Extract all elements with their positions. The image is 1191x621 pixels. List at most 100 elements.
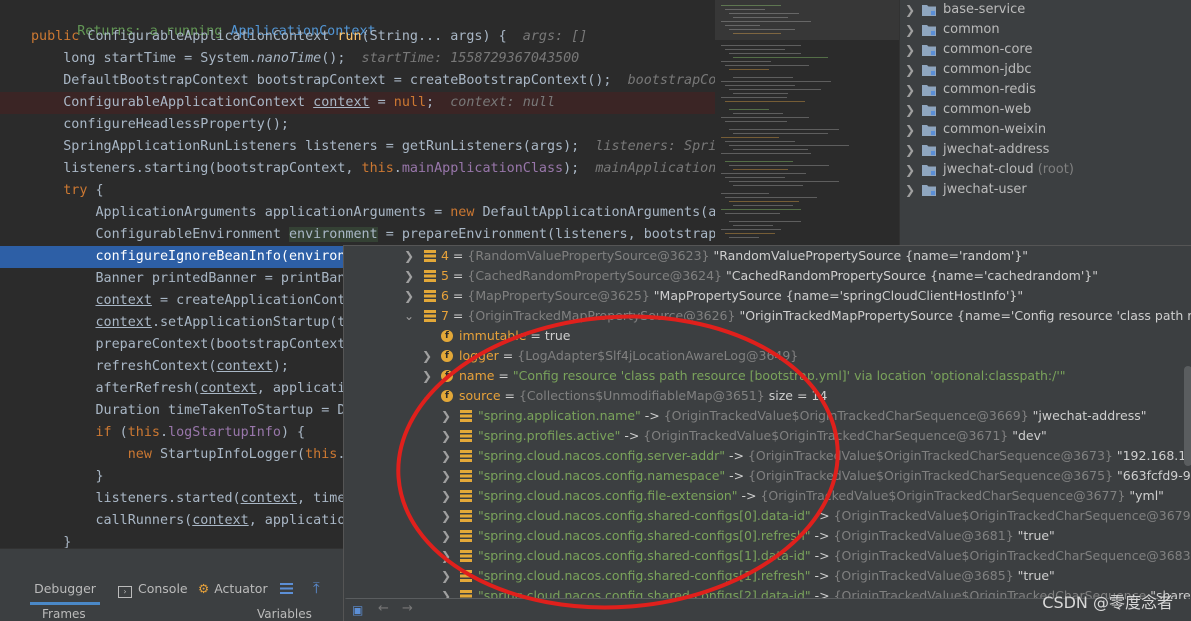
map-entry-row[interactable]: ❯ "spring.cloud.nacos.config.shared-confi… xyxy=(344,506,1191,526)
chevron-right-icon[interactable]: ❯ xyxy=(404,246,414,266)
step-out-icon[interactable]: ⤒ xyxy=(313,579,320,597)
code-minimap[interactable] xyxy=(715,0,899,245)
minimap-line xyxy=(725,197,817,198)
minimap-line xyxy=(733,57,828,58)
tree-item-common[interactable]: ❯ common xyxy=(900,20,1191,40)
tree-item-common-jdbc[interactable]: ❯ common-jdbc xyxy=(900,60,1191,80)
chevron-right-icon[interactable]: ❯ xyxy=(441,526,451,546)
tree-item-label: common-core xyxy=(943,42,1033,57)
code-line-2: long startTime = System.nanoTime(); star… xyxy=(31,51,580,66)
chevron-down-icon[interactable]: ⌄ xyxy=(404,306,414,326)
minimap-line xyxy=(721,229,781,230)
tab-debugger[interactable]: Debugger xyxy=(30,576,100,605)
chevron-right-icon[interactable]: ❯ xyxy=(905,0,915,20)
chevron-right-icon[interactable]: ❯ xyxy=(422,366,432,386)
back-arrow-icon[interactable]: ← xyxy=(378,601,389,616)
variable-row[interactable]: ❯ 6 = {MapPropertySource@3625} "MapProper… xyxy=(344,286,1191,306)
code-line-10: ConfigurableEnvironment environment = pr… xyxy=(31,227,715,242)
field-icon: f xyxy=(441,370,453,382)
minimap-line xyxy=(729,237,759,238)
chevron-right-icon[interactable]: ❯ xyxy=(905,160,915,180)
minimap-line xyxy=(721,45,801,46)
field-row-name[interactable]: ❯ f name = "Config resource 'class path re… xyxy=(344,366,1191,386)
chevron-right-icon[interactable]: ❯ xyxy=(905,40,915,60)
chevron-down-icon[interactable]: ⌄ xyxy=(422,386,432,406)
chevron-right-icon[interactable]: ❯ xyxy=(905,100,915,120)
map-entry-row[interactable]: ❯ "spring.cloud.nacos.config.file-extensi… xyxy=(344,486,1191,506)
minimap-line xyxy=(729,53,801,54)
module-folder-icon xyxy=(922,185,936,196)
chevron-right-icon[interactable]: ❯ xyxy=(441,506,451,526)
minimap-viewport[interactable] xyxy=(715,0,899,40)
minimap-line xyxy=(721,153,811,154)
vertical-scrollbar[interactable] xyxy=(1184,366,1191,466)
tree-item-jwechat-user[interactable]: ❯ jwechat-user xyxy=(900,180,1191,200)
minimap-line xyxy=(721,173,806,174)
field-icon: f xyxy=(441,390,453,402)
tree-item-jwechat-address[interactable]: ❯ jwechat-address xyxy=(900,140,1191,160)
tab-actuator[interactable]: ⚙ Actuator xyxy=(198,576,268,602)
variable-row[interactable]: ⌄ 7 = {OriginTrackedMapPropertySource@362… xyxy=(344,306,1191,326)
chevron-right-icon[interactable]: ❯ xyxy=(441,546,451,566)
minimap-line xyxy=(725,141,795,142)
minimap-line xyxy=(729,145,849,146)
map-entry-row[interactable]: ❯ "spring.application.name" -> {OriginTra… xyxy=(344,406,1191,426)
chevron-right-icon[interactable]: ❯ xyxy=(905,60,915,80)
chevron-right-icon[interactable]: ❯ xyxy=(905,140,915,160)
chevron-right-icon[interactable]: ❯ xyxy=(441,466,451,486)
inline-value-hint: listeners: Spri xyxy=(595,139,715,154)
map-entry-icon xyxy=(460,430,472,442)
inline-value-hint: startTime: 1558729367043500 xyxy=(361,51,580,66)
variables-popup[interactable]: ❯ 4 = {RandomValuePropertySource@3623} "R… xyxy=(343,245,1191,621)
chevron-right-icon[interactable]: ❯ xyxy=(441,446,451,466)
tree-item-jwechat-cloud[interactable]: ❯ jwechat-cloud (root) xyxy=(900,160,1191,180)
map-entry-row[interactable]: ❯ "spring.cloud.nacos.config.namespace" -… xyxy=(344,466,1191,486)
tree-item-common-core[interactable]: ❯ common-core xyxy=(900,40,1191,60)
array-element-icon xyxy=(424,310,436,322)
map-entry-row[interactable]: ❯ "spring.cloud.nacos.config.shared-confi… xyxy=(344,526,1191,546)
tab-console[interactable]: › Console xyxy=(118,576,188,602)
chevron-right-icon[interactable]: ❯ xyxy=(441,566,451,586)
tree-item-label: common-redis xyxy=(943,82,1037,97)
chevron-right-icon[interactable]: ❯ xyxy=(905,20,915,40)
map-entry-row[interactable]: ❯ "spring.cloud.nacos.config.shared-confi… xyxy=(344,566,1191,586)
chevron-right-icon[interactable]: ❯ xyxy=(441,426,451,446)
menu-lines-icon[interactable] xyxy=(280,583,293,594)
map-entry-icon xyxy=(460,550,472,562)
module-folder-icon xyxy=(922,125,936,136)
chevron-right-icon[interactable]: ❯ xyxy=(441,406,451,426)
minimap-line xyxy=(725,213,780,214)
map-entry-icon xyxy=(460,510,472,522)
minimap-line xyxy=(721,193,769,194)
tree-item-common-weixin[interactable]: ❯ common-weixin xyxy=(900,120,1191,140)
field-row-immutable[interactable]: f immutable = true xyxy=(344,326,1191,346)
chevron-right-icon[interactable]: ❯ xyxy=(422,346,432,366)
tree-item-common-web[interactable]: ❯ common-web xyxy=(900,100,1191,120)
console-icon: › xyxy=(118,586,132,598)
field-row-source[interactable]: ⌄ f source = {Collections$UnmodifiableMap@… xyxy=(344,386,1191,406)
chevron-right-icon[interactable]: ❯ xyxy=(441,486,451,506)
tree-item-common-redis[interactable]: ❯ common-redis xyxy=(900,80,1191,100)
module-folder-icon xyxy=(922,5,936,16)
chevron-right-icon[interactable]: ❯ xyxy=(905,180,915,200)
minimap-line xyxy=(729,201,799,202)
chevron-right-icon[interactable]: ❯ xyxy=(905,80,915,100)
map-entry-row[interactable]: ❯ "spring.cloud.nacos.config.shared-confi… xyxy=(344,546,1191,566)
chevron-right-icon[interactable]: ❯ xyxy=(404,286,414,306)
actuator-icon: ⚙ xyxy=(198,581,210,596)
popup-pin-icon[interactable]: ▣ xyxy=(352,603,363,617)
field-row-logger[interactable]: ❯ f logger = {LogAdapter$Slf4jLocationAwar… xyxy=(344,346,1191,366)
tree-item-base-service[interactable]: ❯ base-service xyxy=(900,0,1191,20)
chevron-right-icon[interactable]: ❯ xyxy=(905,120,915,140)
code-line-8: try { xyxy=(63,183,104,198)
map-entry-row[interactable]: ❯ "spring.profiles.active" -> {OriginTrac… xyxy=(344,426,1191,446)
minimap-line xyxy=(733,225,773,226)
variable-row[interactable]: ❯ 4 = {RandomValuePropertySource@3623} "R… xyxy=(344,246,1191,266)
minimap-line xyxy=(725,177,785,178)
variable-row[interactable]: ❯ 5 = {CachedRandomPropertySource@3624} "… xyxy=(344,266,1191,286)
chevron-right-icon[interactable]: ❯ xyxy=(404,266,414,286)
forward-arrow-icon[interactable]: → xyxy=(402,601,413,616)
minimap-line xyxy=(729,181,839,182)
minimap-line xyxy=(721,209,801,210)
map-entry-row[interactable]: ❯ "spring.cloud.nacos.config.server-addr"… xyxy=(344,446,1191,466)
